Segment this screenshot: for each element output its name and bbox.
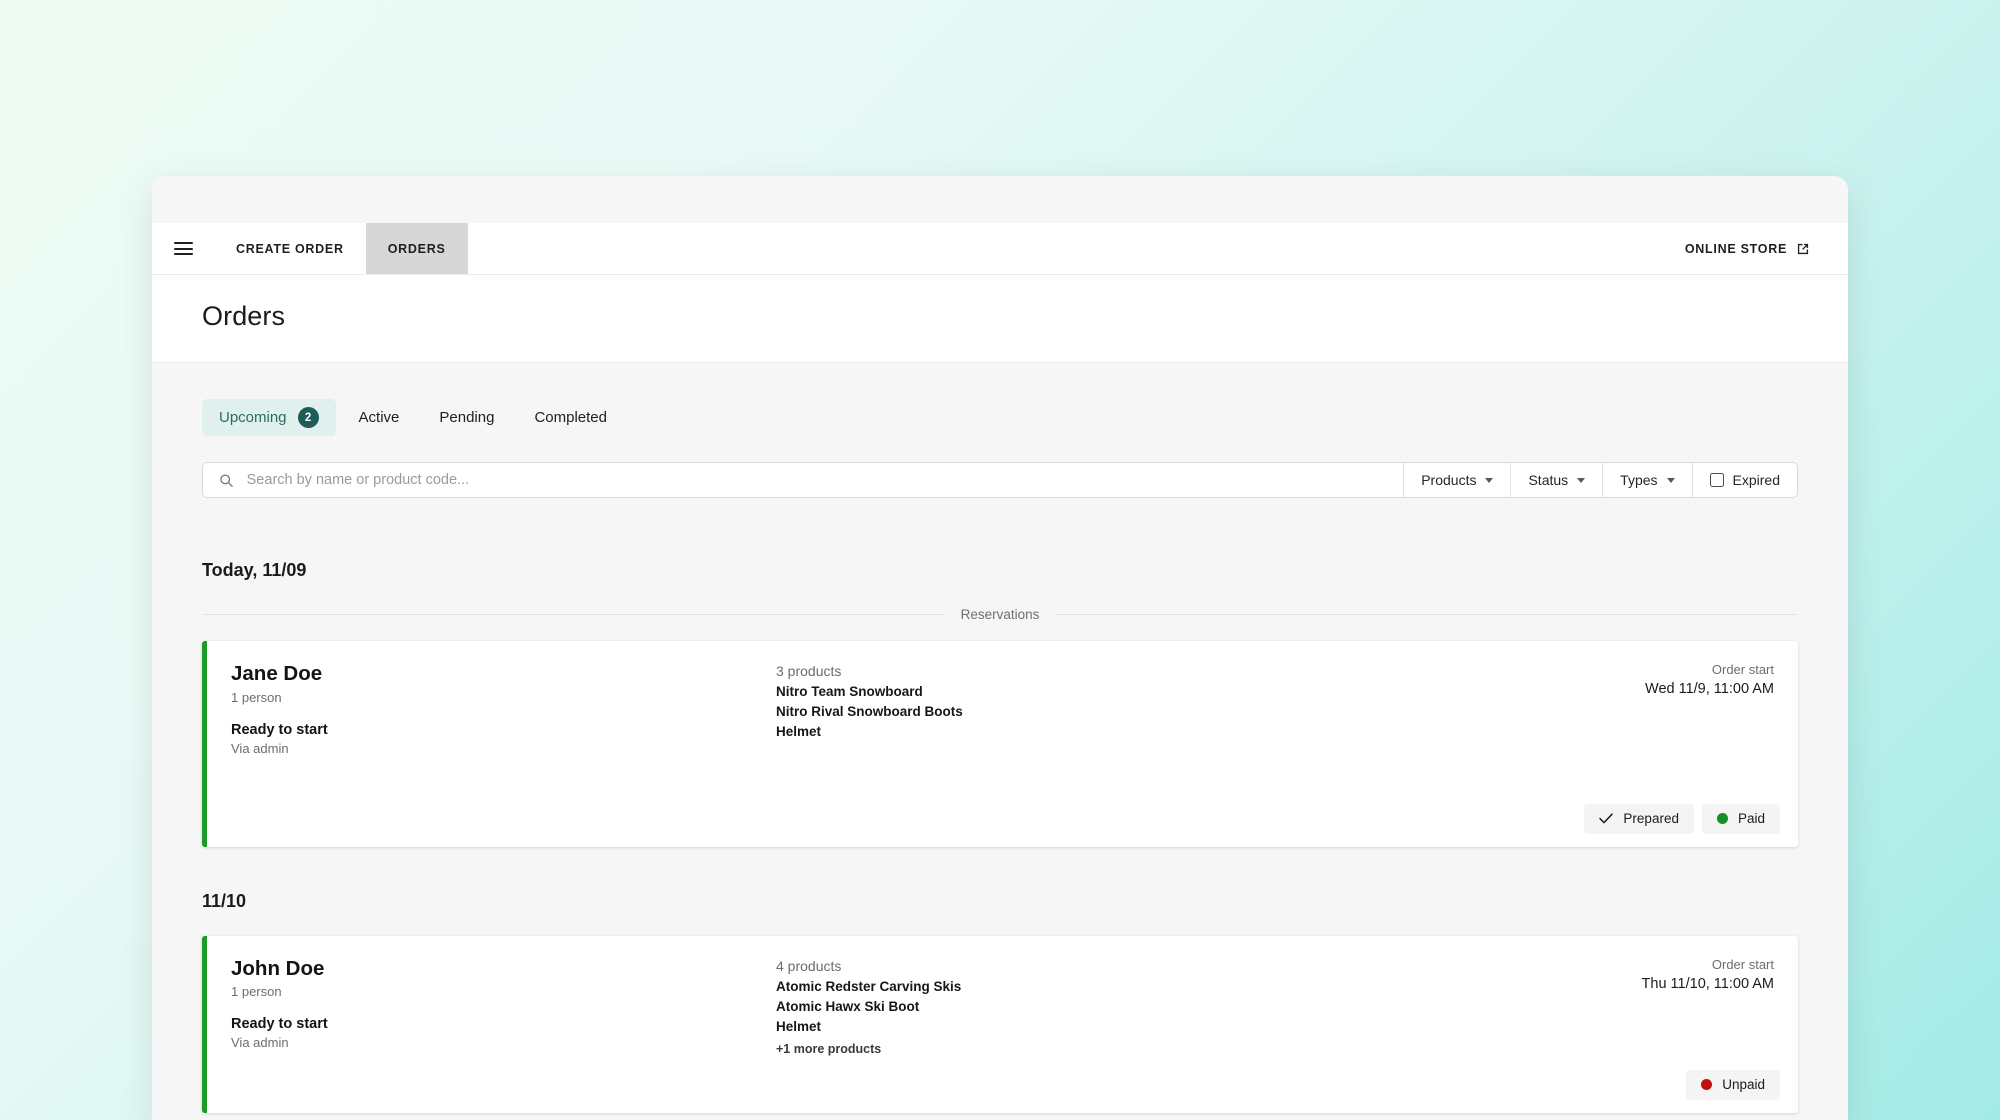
day-header-today: Today, 11/09	[202, 560, 307, 580]
order-start-value: Thu 11/10, 11:00 AM	[1641, 975, 1774, 992]
order-customer-column: Jane Doe 1 person Ready to start Via adm…	[231, 661, 776, 756]
order-state: Ready to start	[231, 1016, 328, 1033]
online-store-label: ONLINE STORE	[1684, 241, 1787, 256]
product-item: Helmet	[776, 1018, 822, 1034]
tab-active[interactable]: Active	[342, 399, 417, 436]
filter-types[interactable]: Types	[1602, 463, 1691, 497]
order-start-label: Order start	[1711, 662, 1774, 677]
chevron-down-icon	[1485, 478, 1494, 483]
payment-status-label: Unpaid	[1722, 1077, 1765, 1093]
page-header: Orders	[152, 275, 1848, 363]
customer-name: Jane Doe	[231, 662, 323, 685]
order-card-actions: Prepared Paid	[207, 790, 1798, 847]
payment-status-chip[interactable]: Paid	[1701, 803, 1780, 834]
order-start-label: Order start	[1711, 956, 1774, 972]
divider-line-left	[202, 614, 945, 615]
online-store-link[interactable]: ONLINE STORE	[1663, 223, 1848, 274]
order-card-spacer	[207, 756, 1798, 790]
products-count: 4 products	[776, 957, 842, 974]
product-item: Nitro Team Snowboard	[776, 684, 923, 699]
window-chrome	[152, 176, 1848, 223]
products-count: 3 products	[776, 663, 842, 679]
status-tabs: Upcoming 2 Active Pending Completed	[202, 363, 1798, 436]
day-header-1110: 11/10	[202, 890, 247, 911]
page-title: Orders	[202, 301, 286, 331]
nav-item-create-order[interactable]: CREATE ORDER	[214, 223, 366, 274]
filter-status[interactable]: Status	[1510, 463, 1602, 497]
hamburger-icon	[173, 238, 193, 258]
prepared-chip-label: Prepared	[1623, 811, 1679, 827]
order-products-column: 4 products Atomic Redster Carving Skis A…	[776, 956, 1474, 1056]
tab-pending-label: Pending	[439, 409, 495, 426]
menu-button[interactable]	[152, 223, 214, 274]
tab-active-label: Active	[358, 409, 400, 426]
order-source: Via admin	[231, 740, 289, 756]
payment-status-chip[interactable]: Unpaid	[1686, 1069, 1780, 1100]
customer-people-count: 1 person	[231, 984, 282, 1000]
nav-item-orders[interactable]: ORDERS	[365, 223, 468, 274]
order-card[interactable]: Jane Doe 1 person Ready to start Via adm…	[202, 641, 1798, 847]
nav-item-create-order-label: CREATE ORDER	[236, 241, 344, 256]
filter-types-label: Types	[1620, 472, 1658, 488]
order-customer-column: John Doe 1 person Ready to start Via adm…	[231, 956, 776, 1056]
filter-expired-label: Expired	[1732, 472, 1780, 488]
tab-completed[interactable]: Completed	[517, 399, 624, 436]
tab-upcoming-badge: 2	[297, 407, 319, 428]
filter-status-label: Status	[1528, 472, 1569, 488]
order-card-body: John Doe 1 person Ready to start Via adm…	[207, 956, 1798, 1056]
tab-completed-label: Completed	[534, 409, 607, 426]
customer-name: John Doe	[231, 956, 325, 980]
expired-checkbox[interactable]	[1709, 473, 1724, 487]
order-products-column: 3 products Nitro Team Snowboard Nitro Ri…	[776, 661, 1474, 756]
product-item: Nitro Rival Snowboard Boots	[776, 704, 963, 719]
nav-item-orders-label: ORDERS	[387, 241, 446, 256]
order-card-body: Jane Doe 1 person Ready to start Via adm…	[207, 661, 1798, 756]
customer-people-count: 1 person	[231, 689, 282, 705]
search-input[interactable]	[246, 472, 1388, 488]
more-products-label: +1 more products	[776, 1041, 882, 1056]
product-item: Atomic Hawx Ski Boot	[776, 998, 920, 1014]
search-filter-bar: Products Status Types Expired	[202, 462, 1798, 498]
order-source: Via admin	[231, 1035, 289, 1051]
section-divider-reservations: Reservations	[202, 607, 1799, 622]
chevron-down-icon	[1666, 478, 1675, 483]
payment-status-label: Paid	[1737, 811, 1765, 827]
order-card[interactable]: John Doe 1 person Ready to start Via adm…	[202, 935, 1798, 1113]
order-start-column: Order start Thu 11/10, 11:00 AM	[1474, 956, 1774, 1056]
order-card-actions: Unpaid	[207, 1056, 1798, 1113]
chevron-down-icon	[1577, 478, 1586, 483]
order-state: Ready to start	[231, 721, 328, 738]
unpaid-dot-icon	[1701, 1079, 1713, 1091]
section-divider-label: Reservations	[960, 607, 1040, 622]
product-item: Helmet	[776, 724, 822, 739]
paid-dot-icon	[1716, 813, 1728, 825]
tab-pending[interactable]: Pending	[422, 399, 511, 436]
prepared-chip[interactable]: Prepared	[1584, 803, 1694, 834]
divider-line-right	[1055, 614, 1799, 615]
page-content: Upcoming 2 Active Pending Completed Sear…	[152, 363, 1848, 1113]
order-start-value: Wed 11/9, 11:00 AM	[1645, 681, 1774, 697]
order-start-column: Order start Wed 11/9, 11:00 AM	[1474, 661, 1774, 756]
product-item: Atomic Redster Carving Skis	[776, 978, 962, 994]
tab-upcoming[interactable]: Upcoming 2	[202, 399, 336, 436]
filter-expired[interactable]: Expired	[1691, 463, 1797, 497]
top-navigation: CREATE ORDER ORDERS ONLINE STORE	[152, 223, 1848, 275]
check-icon	[1599, 813, 1614, 824]
filter-products[interactable]: Products	[1403, 463, 1510, 497]
tab-upcoming-label: Upcoming	[219, 409, 287, 426]
search-field[interactable]	[203, 463, 1403, 497]
external-link-icon	[1797, 243, 1809, 254]
filter-products-label: Products	[1421, 472, 1477, 488]
search-icon	[220, 473, 233, 487]
app-window: CREATE ORDER ORDERS ONLINE STORE Orders …	[152, 176, 1848, 1120]
